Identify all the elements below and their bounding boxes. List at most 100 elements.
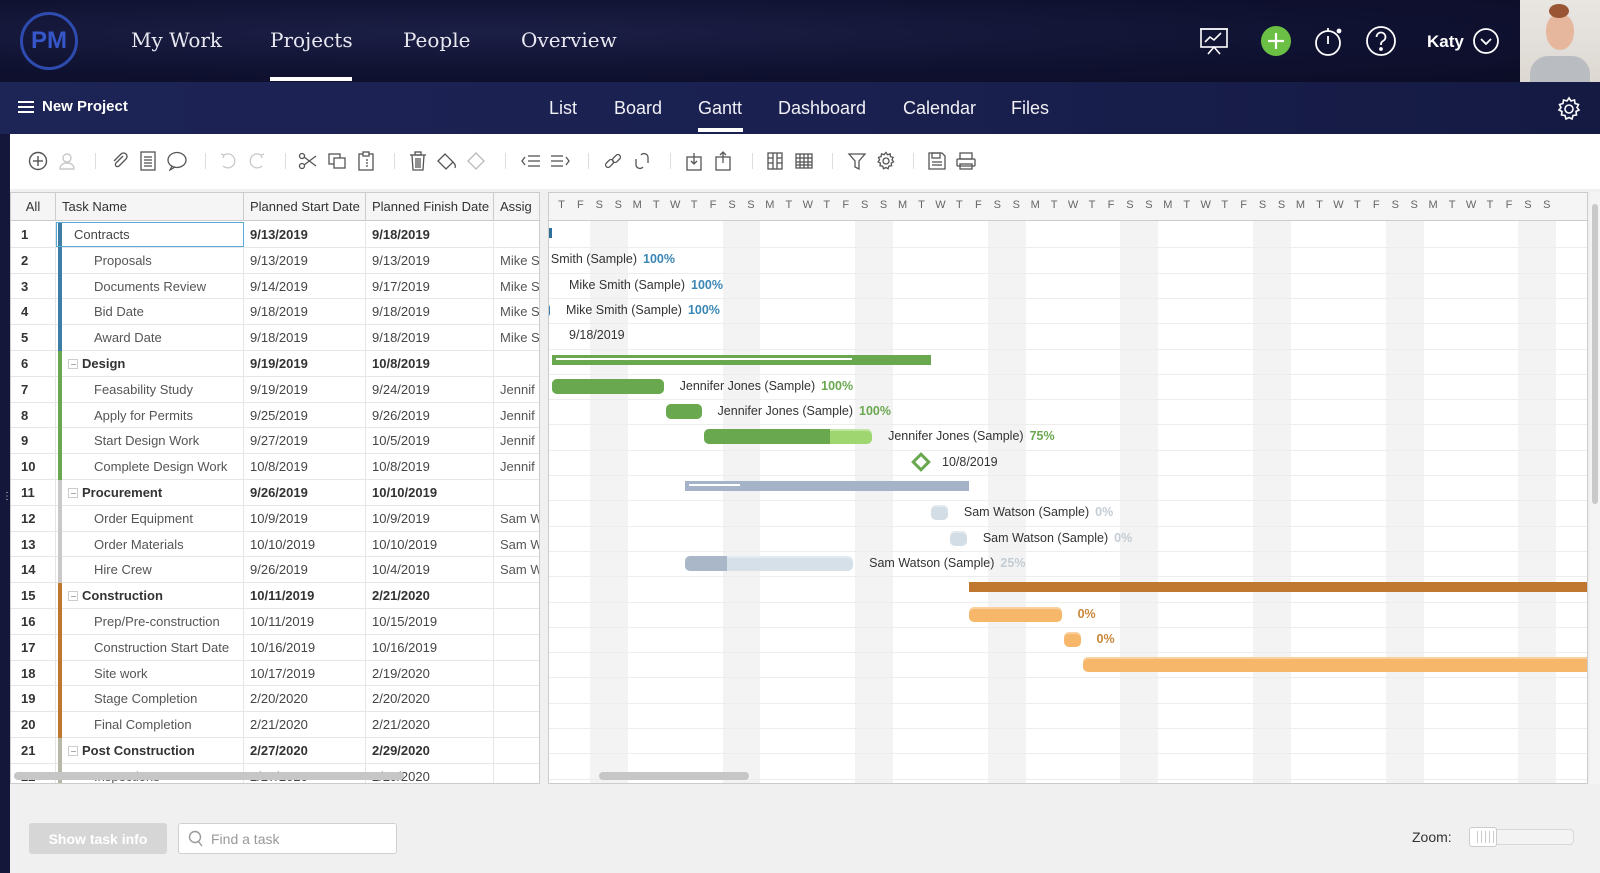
task-name-cell[interactable]: Final Completion — [56, 712, 244, 738]
chevron-down-icon[interactable] — [1470, 25, 1502, 57]
finish-date-cell[interactable]: 10/10/2019 — [366, 480, 494, 505]
finish-date-cell[interactable]: 2/21/2020 — [366, 583, 494, 609]
gear-icon[interactable] — [1556, 96, 1582, 127]
table-row[interactable]: 21 Post Construction 2/27/2020 2/29/2020 — [11, 738, 539, 764]
start-date-cell[interactable]: 9/14/2019 — [244, 273, 366, 299]
assigned-cell[interactable] — [494, 351, 539, 376]
unlink-icon[interactable] — [631, 150, 653, 172]
assigned-cell[interactable] — [494, 661, 539, 686]
document-icon[interactable] — [137, 150, 159, 172]
nav-projects[interactable]: Projects — [270, 28, 353, 52]
outdent-icon[interactable] — [520, 150, 542, 172]
assigned-cell[interactable] — [494, 738, 539, 763]
table-row[interactable]: 7 Feasability Study 9/19/2019 9/24/2019 … — [11, 376, 539, 403]
task-name-cell[interactable]: Prep/Pre-construction — [56, 609, 244, 634]
assigned-cell[interactable]: Sam W — [494, 506, 539, 531]
assigned-cell[interactable]: Jennif — [494, 428, 539, 453]
column-header-start-date[interactable]: Planned Start Date — [244, 193, 366, 221]
finish-date-cell[interactable]: 9/18/2019 — [366, 222, 494, 247]
clipboard-icon[interactable] — [355, 150, 377, 172]
assigned-cell[interactable] — [494, 583, 539, 608]
tab-files[interactable]: Files — [1011, 98, 1049, 119]
assigned-cell[interactable]: Jennif — [494, 377, 539, 402]
assigned-cell[interactable]: Jennif — [494, 454, 539, 479]
task-name-cell[interactable]: Site work — [56, 660, 244, 686]
task-name-cell[interactable]: Apply for Permits — [56, 402, 244, 428]
paint-bucket-icon[interactable] — [436, 150, 458, 172]
table-row[interactable]: 19 Stage Completion 2/20/2020 2/20/2020 — [11, 686, 539, 713]
task-bar[interactable] — [703, 429, 873, 445]
task-name-cell[interactable]: Proposals — [56, 247, 244, 273]
table-row[interactable]: 8 Apply for Permits 9/25/2019 9/26/2019 … — [11, 402, 539, 429]
start-date-cell[interactable]: 10/8/2019 — [244, 454, 366, 480]
start-date-cell[interactable]: 9/26/2019 — [244, 480, 366, 505]
filter-icon[interactable] — [846, 150, 868, 172]
table-row[interactable]: 9 Start Design Work 9/27/2019 10/5/2019 … — [11, 428, 539, 455]
finish-date-cell[interactable]: 2/19/2020 — [366, 660, 494, 686]
table-row[interactable]: 11 Procurement 9/26/2019 10/10/2019 — [11, 480, 539, 506]
task-name-cell[interactable]: Feasability Study — [56, 376, 244, 402]
start-date-cell[interactable]: 9/19/2019 — [244, 376, 366, 402]
table-row[interactable]: 14 Hire Crew 9/26/2019 10/4/2019 Sam W — [11, 557, 539, 584]
export-icon[interactable] — [712, 150, 734, 172]
print-icon[interactable] — [955, 150, 977, 172]
find-task-field[interactable] — [178, 823, 397, 854]
show-task-info-button[interactable]: Show task info — [29, 823, 167, 854]
table-row[interactable]: 16 Prep/Pre-construction 10/11/2019 10/1… — [11, 609, 539, 635]
task-bar[interactable] — [665, 404, 702, 420]
assigned-cell[interactable] — [494, 609, 539, 634]
task-name-cell[interactable]: Post Construction — [56, 738, 244, 763]
task-bar[interactable] — [1063, 631, 1081, 647]
speech-bubble-icon[interactable] — [166, 150, 188, 172]
task-name-cell[interactable]: Complete Design Work — [56, 454, 244, 480]
finish-date-cell[interactable]: 9/13/2019 — [366, 247, 494, 273]
tab-gantt[interactable]: Gantt — [698, 98, 742, 119]
task-name-cell[interactable]: Documents Review — [56, 273, 244, 299]
nav-my-work[interactable]: My Work — [131, 28, 222, 52]
table-row[interactable]: 15 Construction 10/11/2019 2/21/2020 — [11, 583, 539, 610]
table-row[interactable]: 12 Order Equipment 10/9/2019 10/9/2019 S… — [11, 505, 539, 532]
task-name-cell[interactable]: Start Design Work — [56, 428, 244, 454]
tab-dashboard[interactable]: Dashboard — [778, 98, 866, 119]
collapse-toggle-icon[interactable] — [68, 488, 78, 498]
assigned-cell[interactable]: Mike S — [494, 248, 539, 273]
finish-date-cell[interactable]: 2/20/2020 — [366, 686, 494, 712]
start-date-cell[interactable]: 9/19/2019 — [244, 351, 366, 376]
task-bar[interactable] — [684, 555, 854, 571]
table-row[interactable]: 5 Award Date 9/18/2019 9/18/2019 Mike S — [11, 325, 539, 352]
start-date-cell[interactable]: 9/18/2019 — [244, 299, 366, 325]
finish-date-cell[interactable]: 10/9/2019 — [366, 505, 494, 531]
task-name-cell[interactable]: Construction — [56, 583, 244, 609]
tab-list[interactable]: List — [549, 98, 577, 119]
table-row[interactable]: 6 Design 9/19/2019 10/8/2019 — [11, 351, 539, 377]
zoom-slider-handle[interactable] — [1469, 827, 1497, 847]
task-bar[interactable] — [551, 378, 664, 394]
task-name-cell[interactable]: Stage Completion — [56, 686, 244, 712]
finish-date-cell[interactable]: 10/15/2019 — [366, 609, 494, 634]
table-row[interactable]: 10 Complete Design Work 10/8/2019 10/8/2… — [11, 454, 539, 481]
assigned-cell[interactable]: Mike S — [494, 274, 539, 299]
finish-date-cell[interactable]: 9/18/2019 — [366, 299, 494, 325]
task-bar[interactable] — [549, 302, 550, 318]
finish-date-cell[interactable]: 9/17/2019 — [366, 273, 494, 299]
nav-people[interactable]: People — [403, 28, 470, 52]
table-row[interactable]: 17 Construction Start Date 10/16/2019 10… — [11, 634, 539, 661]
start-date-cell[interactable]: 9/13/2019 — [244, 222, 366, 247]
app-logo[interactable]: PM — [20, 12, 78, 70]
start-date-cell[interactable]: 10/9/2019 — [244, 505, 366, 531]
summary-bar[interactable] — [968, 582, 1587, 593]
start-date-cell[interactable]: 2/20/2020 — [244, 686, 366, 712]
finish-date-cell[interactable]: 9/26/2019 — [366, 402, 494, 428]
start-date-cell[interactable]: 10/10/2019 — [244, 531, 366, 557]
import-icon[interactable] — [683, 150, 705, 172]
task-name-cell[interactable]: Order Materials — [56, 531, 244, 557]
collapse-toggle-icon[interactable] — [68, 591, 78, 602]
task-name-cell[interactable]: Hire Crew — [56, 557, 244, 583]
start-date-cell[interactable]: 9/18/2019 — [244, 325, 366, 351]
task-bar[interactable] — [949, 530, 967, 546]
assigned-cell[interactable] — [494, 712, 539, 737]
assigned-cell[interactable]: Sam W — [494, 557, 539, 582]
table-row[interactable]: 18 Site work 10/17/2019 2/19/2020 — [11, 660, 539, 687]
task-name-cell[interactable]: Design — [56, 351, 244, 376]
table-row[interactable]: 1 Contracts 9/13/2019 9/18/2019 — [11, 222, 539, 248]
